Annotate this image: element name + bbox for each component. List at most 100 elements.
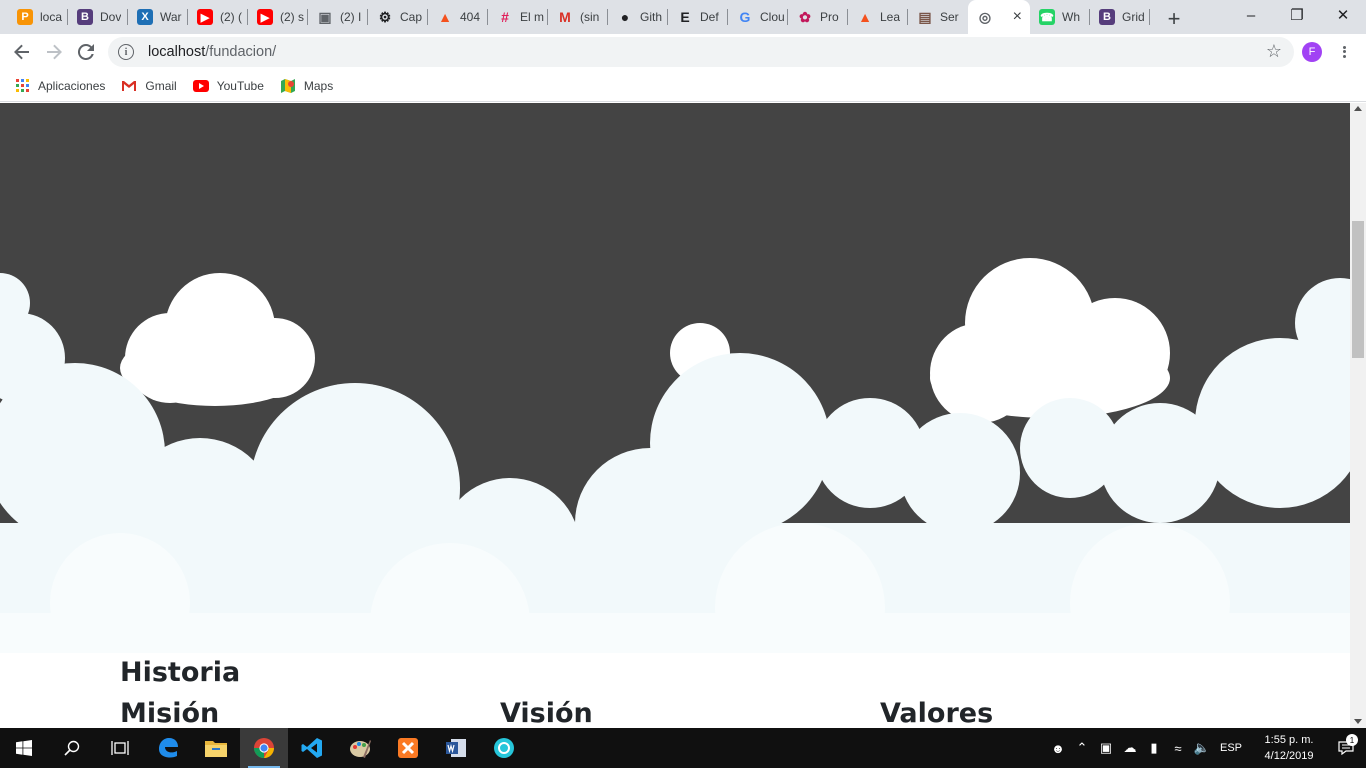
search-button[interactable]: [48, 728, 96, 768]
new-tab-button[interactable]: +: [1160, 5, 1188, 33]
tab-title: Cap: [400, 10, 423, 24]
whatsapp-icon: ☎: [1039, 9, 1055, 25]
url-host: localhost: [148, 44, 206, 60]
taskbar-word[interactable]: [432, 728, 480, 768]
apps-grid-icon: [14, 78, 30, 94]
reload-icon[interactable]: [70, 36, 102, 68]
browser-tab[interactable]: E Def: [668, 0, 728, 34]
people-icon[interactable]: ☻: [1046, 741, 1070, 756]
bookmark-gmail[interactable]: Gmail: [121, 78, 177, 94]
tab-title: Lea: [880, 10, 901, 24]
chrome-icon: [253, 738, 274, 759]
battery-icon[interactable]: ▮: [1142, 740, 1166, 756]
scroll-down-icon[interactable]: [1354, 719, 1362, 724]
browser-tab[interactable]: Ploca: [8, 0, 68, 34]
heading-vision: Visión: [500, 698, 593, 728]
forward-icon[interactable]: [38, 36, 70, 68]
browser-tab[interactable]: ▲ Lea: [848, 0, 908, 34]
tab-title: Ser: [940, 10, 959, 24]
clock-date: 4/12/2019: [1264, 750, 1314, 762]
heading-valores: Valores: [880, 698, 994, 728]
bookmark-aplicaciones[interactable]: Aplicaciones: [14, 78, 105, 94]
taskbar-file-explorer[interactable]: [192, 728, 240, 768]
taskbar-vscode[interactable]: [288, 728, 336, 768]
restore-icon[interactable]: ❐: [1274, 0, 1320, 30]
bookmark-maps[interactable]: Maps: [280, 78, 333, 94]
youtube-icon: ▶: [197, 9, 213, 25]
bookmark-label: Aplicaciones: [38, 78, 106, 93]
profile-avatar[interactable]: F: [1302, 42, 1322, 62]
task-view-icon: [111, 741, 129, 755]
browser-tab[interactable]: ▲ 404: [428, 0, 488, 34]
tab-title: Wh: [1062, 10, 1080, 24]
browser-tab[interactable]: ▣ (2) I: [308, 0, 368, 34]
chevron-up-icon[interactable]: ⌃: [1070, 740, 1094, 756]
close-window-icon[interactable]: ✕: [1320, 0, 1366, 30]
xampp-x-icon: X: [137, 9, 153, 25]
windows-icon: [16, 740, 32, 756]
clouds-illustration: [0, 258, 1350, 653]
bookmark-youtube[interactable]: YouTube: [192, 78, 264, 94]
back-icon[interactable]: [6, 36, 38, 68]
browser-tab[interactable]: ● Gith: [608, 0, 668, 34]
clock-time: 1:55 p. m.: [1264, 734, 1314, 746]
folder-icon: [205, 741, 227, 757]
browser-tab[interactable]: B Dov: [68, 0, 128, 34]
paint-icon: [350, 740, 371, 758]
taskbar-edge[interactable]: [144, 728, 192, 768]
xampp-icon: [398, 738, 418, 758]
tab-title: Dov: [100, 10, 122, 24]
taskbar-chrome[interactable]: [240, 728, 288, 768]
browser-menu-icon[interactable]: [1336, 42, 1352, 62]
taskbar-xampp[interactable]: [384, 728, 432, 768]
page-scrollbar[interactable]: [1350, 103, 1366, 728]
github-icon: ●: [620, 9, 630, 25]
browser-tab[interactable]: ☎ Wh: [1030, 0, 1090, 34]
action-center-button[interactable]: 1: [1326, 734, 1366, 755]
bookmark-label: YouTube: [216, 78, 264, 93]
taskbar-paint[interactable]: [336, 728, 384, 768]
gear-icon: ⚙: [378, 8, 392, 25]
system-clock[interactable]: 1:55 p. m. 4/12/2019: [1252, 732, 1326, 764]
browser-tab[interactable]: X War: [128, 0, 188, 34]
window-controls: – ❐ ✕: [1228, 0, 1366, 30]
browser-tab[interactable]: ▶ (2) (: [188, 0, 248, 34]
scroll-up-icon[interactable]: [1354, 106, 1362, 111]
start-button[interactable]: [0, 728, 48, 768]
youtube-icon: [192, 78, 209, 94]
browser-tab[interactable]: G Clou: [728, 0, 788, 34]
minimize-icon[interactable]: –: [1228, 0, 1274, 30]
system-tray: ☻ ⌃ ▣ ☁ ▮ ≈ 🔈 ESP 1:55 p. m. 4/12/2019 1: [1046, 728, 1366, 768]
bookmark-star-icon[interactable]: ☆: [1266, 41, 1282, 62]
browser-tab[interactable]: ✿ Pro: [788, 0, 848, 34]
tab-strip: Ploca B Dov X War ▶ (2) (▶ (2) s ▣ (2) I ⚙ Cap ▲ 404 #…: [0, 0, 1366, 34]
scrollbar-thumb[interactable]: [1352, 221, 1364, 358]
task-view-button[interactable]: [96, 728, 144, 768]
browser-tab[interactable]: ▤ Ser: [908, 0, 968, 34]
browser-tab[interactable]: ⚙ Cap: [368, 0, 428, 34]
usb-device-icon[interactable]: ▣: [1094, 740, 1118, 756]
tab-title: (2) s: [280, 10, 304, 24]
volume-icon[interactable]: 🔈: [1190, 740, 1214, 756]
tab-title: War: [160, 10, 182, 24]
onedrive-cloud-icon[interactable]: ☁: [1118, 740, 1142, 756]
tab-title: Gith: [640, 10, 663, 24]
slack-icon: #: [501, 9, 509, 25]
wifi-icon[interactable]: ≈: [1166, 741, 1190, 756]
browser-tab[interactable]: ▶ (2) s: [248, 0, 308, 34]
browser-tab[interactable]: ◎ ×: [968, 0, 1030, 34]
site-info-icon[interactable]: i: [118, 44, 134, 60]
gmail-icon: [121, 78, 137, 94]
phpmyadmin-icon: P: [17, 9, 33, 25]
address-bar[interactable]: i localhost/fundacion/ ☆: [108, 37, 1294, 67]
edge-icon: [159, 738, 178, 758]
word-icon: [446, 739, 466, 757]
browser-tab[interactable]: # El m: [488, 0, 548, 34]
language-indicator[interactable]: ESP: [1220, 742, 1242, 754]
maps-icon: [280, 78, 296, 94]
tab-close-icon[interactable]: ×: [1013, 8, 1022, 26]
taskbar-app[interactable]: [480, 728, 528, 768]
browser-tab[interactable]: B Grid: [1090, 0, 1150, 34]
browser-tab[interactable]: M (sin: [548, 0, 608, 34]
tab-title: (2) (: [220, 10, 242, 24]
